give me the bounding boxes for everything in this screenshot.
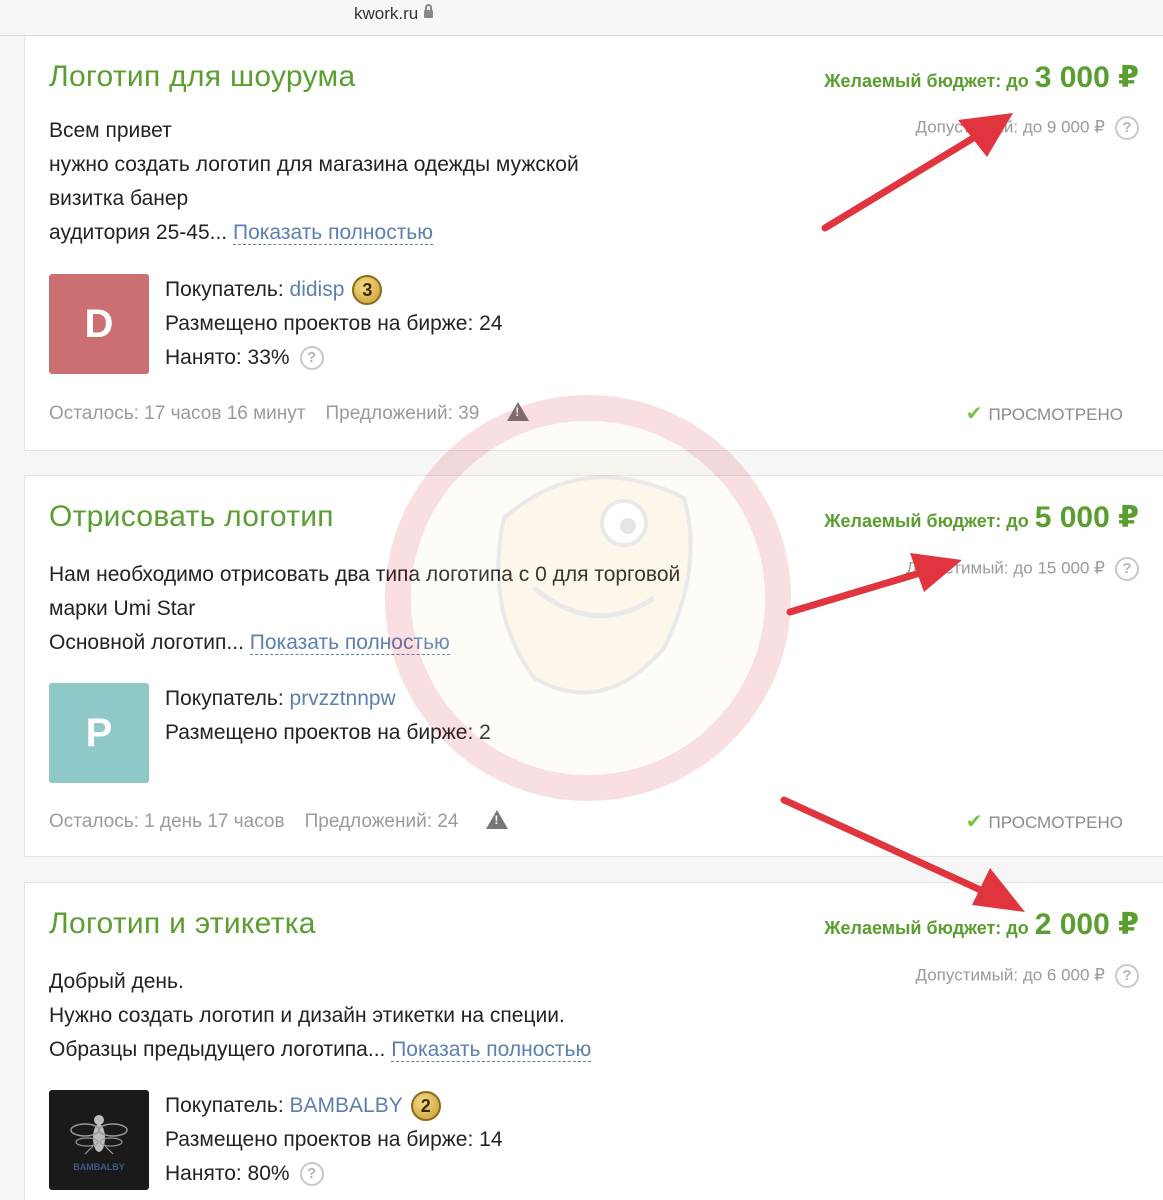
- offers-count: Предложений: 39: [325, 403, 480, 424]
- description-line: Добрый день.: [49, 970, 184, 993]
- budget-label: Желаемый бюджет: до: [824, 918, 1029, 938]
- description-line: нужно создать логотип для магазина одежд…: [49, 153, 579, 176]
- desired-budget: Желаемый бюджет: до 5 000 ₽: [824, 500, 1139, 535]
- project-card: Отрисовать логотип Желаемый бюджет: до 5 …: [24, 475, 1163, 857]
- buyer-label: Покупатель:: [165, 687, 290, 710]
- viewed-label: ПРОСМОТРЕНО: [988, 405, 1123, 424]
- buyer-name-link[interactable]: BAMBALBY: [290, 1094, 403, 1117]
- avatar[interactable]: D: [49, 274, 149, 374]
- description-line: марки Umi Star: [49, 597, 196, 620]
- description-tail: аудитория 25-45...: [49, 221, 233, 244]
- desired-budget: Желаемый бюджет: до 3 000 ₽: [824, 60, 1139, 95]
- buyer-name-link[interactable]: prvzztnnpw: [290, 687, 396, 710]
- projects-placed: Размещено проектов на бирже: 24: [165, 312, 503, 335]
- buyer-line: Покупатель: BAMBALBY 2: [165, 1089, 503, 1123]
- hired-line: Нанято: 33%?: [165, 341, 503, 375]
- allowed-budget: Допустимый: до 6 000 ₽?: [916, 964, 1139, 988]
- description-tail: Образцы предыдущего логотипа...: [49, 1038, 392, 1061]
- level-badge: 3: [352, 275, 383, 306]
- bee-logo-icon: BAMBALBY: [70, 1115, 128, 1172]
- budget-label: Желаемый бюджет: до: [824, 71, 1029, 91]
- project-card: Логотип и этикетка Желаемый бюджет: до 2 …: [24, 882, 1163, 1200]
- help-icon[interactable]: ?: [299, 1162, 324, 1187]
- viewed-status: ✔ ПРОСМОТРЕНО: [966, 401, 1123, 426]
- project-title[interactable]: Логотип для шоурума: [49, 60, 355, 94]
- browser-url-bar[interactable]: kwork.ru: [0, 0, 1163, 36]
- buyer-info: Покупатель: prvzztnnpw Размещено проекто…: [165, 682, 491, 750]
- budget-label: Желаемый бюджет: до: [824, 511, 1029, 531]
- avatar[interactable]: P: [49, 683, 149, 783]
- description-line: Основной логотип... Показать полностью: [49, 626, 680, 660]
- buyer-line: Покупатель: prvzztnnpw: [165, 682, 491, 716]
- offers-count: Предложений: 24: [304, 811, 459, 832]
- project-description: Добрый день. Нужно создать логотип и диз…: [49, 965, 592, 1067]
- allowed-budget-text: Допустимый: до 15 000 ₽: [906, 558, 1105, 578]
- project-title[interactable]: Отрисовать логотип: [49, 500, 334, 534]
- budget-amount: 5 000 ₽: [1034, 501, 1139, 534]
- viewed-status: ✔ ПРОСМОТРЕНО: [966, 809, 1123, 834]
- project-description: Нам необходимо отрисовать два типа логот…: [49, 558, 680, 660]
- show-more-link[interactable]: Показать полностью: [249, 631, 450, 655]
- description-line: Всем привет: [49, 119, 172, 142]
- show-more-link[interactable]: Показать полностью: [232, 221, 434, 245]
- warning-icon[interactable]: [486, 810, 509, 830]
- allowed-budget-text: Допустимый: до 6 000 ₽: [915, 965, 1105, 985]
- description-tail: Основной логотип...: [49, 631, 250, 654]
- help-icon[interactable]: ?: [1115, 116, 1139, 140]
- project-title[interactable]: Логотип и этикетка: [49, 907, 316, 941]
- projects-placed: Размещено проектов на бирже: 2: [165, 721, 491, 744]
- buyer-info: Покупатель: didisp 3 Размещено проектов н…: [165, 273, 503, 375]
- level-badge: 2: [410, 1091, 441, 1122]
- help-icon[interactable]: ?: [299, 346, 324, 371]
- buyer-label: Покупатель:: [165, 1094, 290, 1117]
- description-line: Образцы предыдущего логотипа... Показать…: [49, 1033, 592, 1067]
- budget-amount: 2 000 ₽: [1034, 908, 1139, 941]
- hired-percent: Нанято: 33%: [165, 346, 290, 369]
- description-line: аудитория 25-45... Показать полностью: [49, 216, 579, 250]
- allowed-budget: Допустимый: до 15 000 ₽?: [906, 557, 1139, 581]
- help-icon[interactable]: ?: [1115, 557, 1139, 581]
- check-icon: ✔: [965, 403, 983, 425]
- description-line: визитка банер: [49, 187, 189, 210]
- desired-budget: Желаемый бюджет: до 2 000 ₽: [824, 907, 1139, 942]
- show-more-link[interactable]: Показать полностью: [391, 1038, 592, 1062]
- buyer-label: Покупатель:: [165, 278, 290, 301]
- description-line: Нужно создать логотип и дизайн этикетки …: [49, 1004, 565, 1027]
- description-line: Нам необходимо отрисовать два типа логот…: [49, 563, 681, 586]
- project-card: Логотип для шоурума Желаемый бюджет: до 3…: [24, 36, 1163, 451]
- budget-amount: 3 000 ₽: [1034, 61, 1139, 94]
- viewed-label: ПРОСМОТРЕНО: [988, 813, 1123, 832]
- project-description: Всем привет нужно создать логотип для ма…: [49, 114, 579, 250]
- avatar[interactable]: BAMBALBY: [49, 1090, 149, 1190]
- buyer-line: Покупатель: didisp 3: [165, 273, 503, 307]
- allowed-budget: Допустимый: до 9 000 ₽?: [916, 116, 1139, 140]
- project-footer: Осталось: 17 часов 16 минут Предложений: …: [49, 402, 530, 425]
- projects-placed: Размещено проектов на бирже: 14: [165, 1128, 503, 1151]
- time-left: Осталось: 1 день 17 часов: [49, 811, 285, 832]
- buyer-name-link[interactable]: didisp: [290, 278, 345, 301]
- allowed-budget-text: Допустимый: до 9 000 ₽: [915, 117, 1105, 137]
- time-left: Осталось: 17 часов 16 минут: [49, 403, 306, 424]
- warning-icon[interactable]: [507, 402, 530, 422]
- url-text[interactable]: kwork.ru: [354, 4, 434, 24]
- avatar-logo-text: BAMBALBY: [73, 1162, 125, 1172]
- help-icon[interactable]: ?: [1115, 964, 1139, 988]
- project-footer: Осталось: 1 день 17 часов Предложений: 24: [49, 810, 509, 833]
- buyer-info: Покупатель: BAMBALBY 2 Размещено проектов…: [165, 1089, 503, 1191]
- hired-line: Нанято: 80%?: [165, 1157, 503, 1191]
- check-icon: ✔: [965, 811, 983, 833]
- lock-icon: [424, 4, 434, 18]
- hired-percent: Нанято: 80%: [165, 1162, 290, 1185]
